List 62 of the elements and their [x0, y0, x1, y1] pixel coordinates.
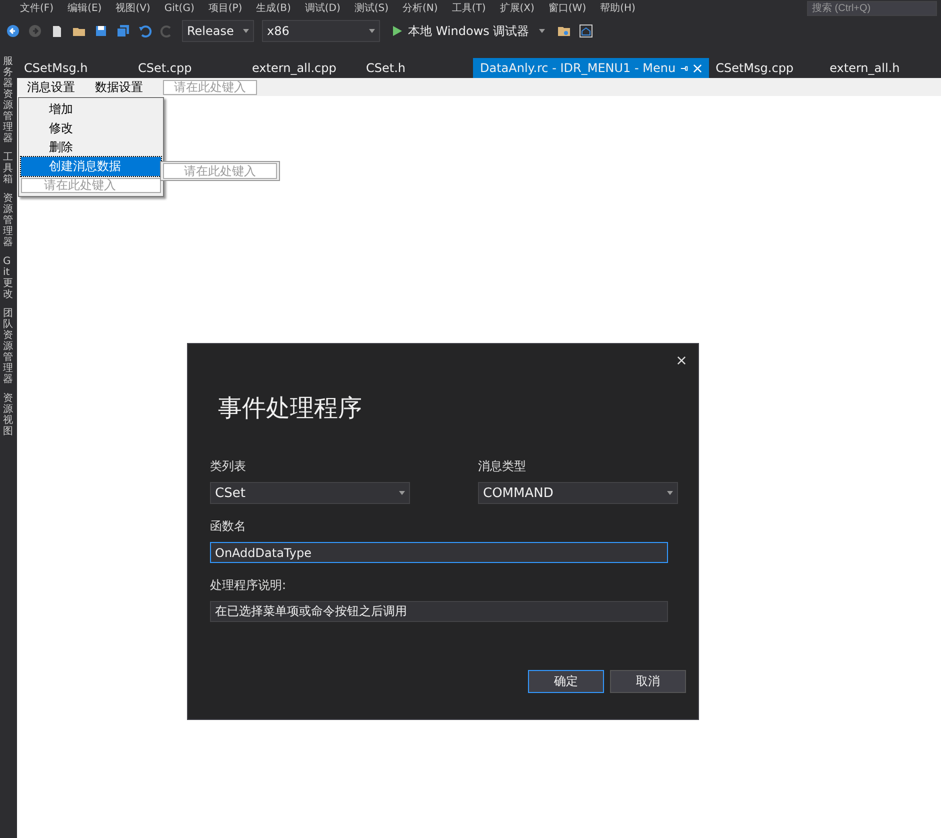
menu-item[interactable]: 视图(V)	[116, 1, 150, 15]
close-icon[interactable]	[677, 356, 686, 365]
menu-item[interactable]: 分析(N)	[402, 1, 438, 15]
side-tab[interactable]: 资源管理器	[3, 193, 13, 248]
document-tab[interactable]: extern_all.h	[822, 58, 937, 78]
menu-item[interactable]: 编辑(E)	[68, 1, 102, 15]
side-tab[interactable]: 资源视图	[3, 393, 13, 437]
caret-icon	[539, 29, 546, 33]
document-tab[interactable]: DataAnly.rc - IDR_MENU1 - Menu	[473, 58, 709, 78]
side-tab[interactable]: 团队资源管理器	[3, 308, 13, 385]
menu-item[interactable]: Git(G)	[164, 2, 194, 14]
menu-item[interactable]: 删除	[21, 138, 161, 157]
document-tab[interactable]: CSetMsg.cpp	[708, 58, 823, 78]
menu-item[interactable]: 数据设置	[95, 78, 143, 96]
field-label: 处理程序说明:	[210, 577, 288, 594]
undo-icon[interactable]	[138, 24, 152, 38]
caret-icon	[399, 491, 405, 495]
description-field[interactable]: 在已选择菜单项或命令按钮之后调用	[210, 601, 668, 622]
configuration-dropdown[interactable]: Release	[182, 20, 254, 42]
document-tab[interactable]: CSetMsg.h	[17, 58, 131, 78]
home-icon[interactable]	[579, 24, 594, 38]
class-list-dropdown[interactable]: CSet	[210, 482, 410, 504]
field-label: 消息类型	[478, 458, 527, 475]
field-label: 类列表	[210, 458, 247, 475]
play-icon	[392, 26, 402, 36]
side-tab[interactable]: 工具箱	[3, 152, 13, 185]
ok-button[interactable]: 确定	[528, 670, 604, 693]
cancel-button[interactable]: 取消	[610, 670, 686, 693]
menu-item[interactable]: 工具(T)	[452, 1, 486, 15]
run-button[interactable]: 本地 Windows 调试器	[388, 22, 550, 40]
pin-icon[interactable]	[680, 64, 689, 72]
menu-item[interactable]: 项目(P)	[208, 1, 242, 15]
message-type-dropdown[interactable]: COMMAND	[478, 482, 678, 504]
new-file-icon[interactable]	[50, 24, 64, 38]
caret-icon	[243, 29, 249, 33]
search-field[interactable]: 搜索 (Ctrl+Q)	[807, 0, 937, 16]
back-icon[interactable]	[6, 24, 20, 38]
document-tab[interactable]: extern_all.cpp	[245, 58, 359, 78]
save-all-icon[interactable]	[116, 24, 130, 38]
function-name-field[interactable]: OnAddDataType	[210, 542, 668, 563]
menu-item[interactable]: 扩展(X)	[500, 1, 534, 15]
side-tab[interactable]: 服务器资源管理器	[3, 56, 13, 144]
menu-item[interactable]: 调试(D)	[304, 1, 340, 15]
menu-item[interactable]: 增加	[21, 100, 161, 119]
menu-item[interactable]: 帮助(H)	[600, 1, 636, 15]
caret-icon	[667, 491, 673, 495]
folder-search-icon[interactable]	[557, 24, 572, 38]
side-tab[interactable]: Git 更改	[3, 256, 13, 300]
menu-item[interactable]: 窗口(W)	[548, 1, 586, 15]
document-tab[interactable]: CSet.h	[359, 58, 473, 78]
menu-item[interactable]: 生成(B)	[256, 1, 291, 15]
field-label: 函数名	[210, 518, 247, 535]
menu-item[interactable]: 文件(F)	[20, 1, 54, 15]
menu-item[interactable]: 测试(S)	[354, 1, 389, 15]
dialog-title: 事件处理程序	[218, 393, 363, 424]
menu-item[interactable]: 创建消息数据	[21, 157, 161, 176]
menu-item[interactable]: 消息设置	[27, 78, 75, 96]
save-icon[interactable]	[94, 24, 108, 38]
menu-item[interactable]: 修改	[21, 119, 161, 138]
platform-dropdown[interactable]: x86	[262, 20, 380, 42]
caret-icon	[369, 29, 375, 33]
document-tab[interactable]: CSet.cpp	[131, 58, 245, 78]
